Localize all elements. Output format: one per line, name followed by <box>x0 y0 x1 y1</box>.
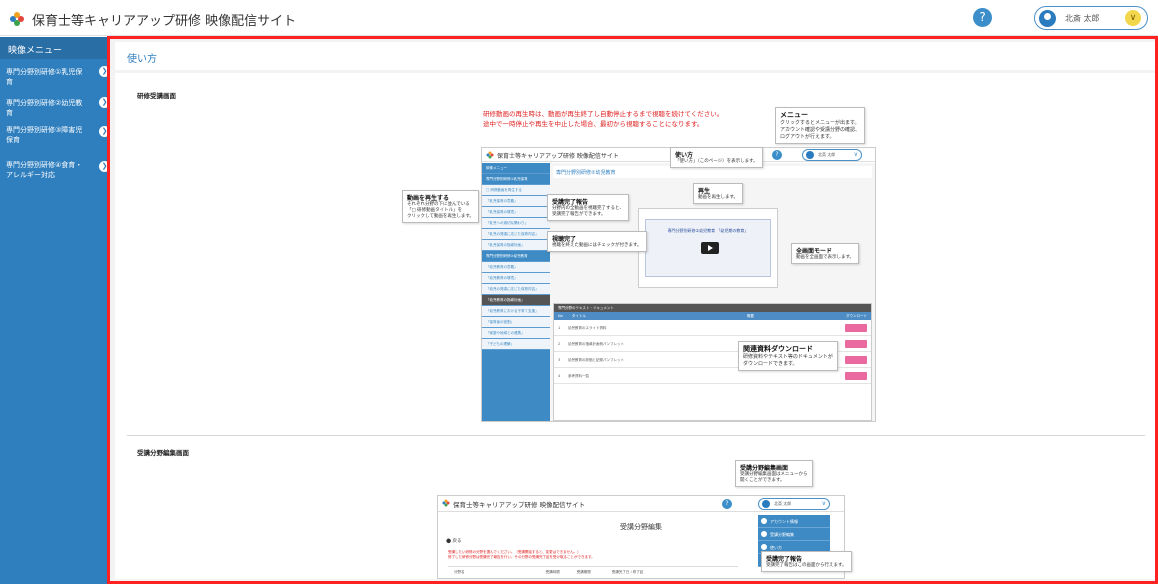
sidebar-item-label: 専門分野別研修③障害児保育 <box>6 126 83 144</box>
mini-sidebar-row: 「乳児保育の意義」 <box>482 196 550 207</box>
page-title: 使い方 <box>127 54 157 65</box>
mini-sidebar-row: 「乳児保育の指導計画」 <box>482 240 550 251</box>
mini-sidebar-row: 映像メニュー <box>482 163 550 174</box>
callout-menu: メニュー クリックするとメニューが出ます。 アカウント確認や受講分野の確認、 ロ… <box>775 107 866 144</box>
sidebar-item-label: 専門分野別研修①乳児保育 <box>6 68 83 86</box>
mini-help-icon: ? <box>772 150 782 160</box>
mini-edit-table-header: 分野名 受講時間 受講期間 受講完了日 / 修了証 <box>448 566 738 578</box>
callout-edit-screen: 受講分野編集画面 受講分野編集画面はメニューから 開くことができます。 <box>735 460 813 487</box>
mini-sidebar-row: 「家庭や地域との連携」 <box>482 328 550 339</box>
mini-user-name: 北斎 太郎 <box>818 152 836 157</box>
mini-sidebar: 映像メニュー 専門分野別研修①乳児保育 □ 研修動画を再生する 「乳児保育の意義… <box>482 163 550 421</box>
mini-table-title: 専門分野のテキスト・ドキュメント <box>554 304 871 312</box>
warning-line: 途中で一時停止や再生を中止した場合、最初から視聴することになります。 <box>483 120 704 128</box>
callout-play-video: 動画を再生する それぞれ分野の下に並んでいる 「□ 研修動画タイトル」を クリッ… <box>402 190 479 223</box>
mini-sidebar-row: 「乳児への適切な関わり」 <box>482 218 550 229</box>
user-menu-button[interactable]: 北斎 太郎 ∨ <box>1034 6 1148 30</box>
mini-avatar-icon <box>806 151 814 159</box>
mini-menu-item: 受講分野編集 <box>758 528 830 541</box>
download-button <box>845 356 867 364</box>
site-logo-icon <box>10 12 24 26</box>
sidebar-item-label: 専門分野別研修④食育・アレルギー対応 <box>6 161 83 179</box>
sidebar-item-early-education[interactable]: 専門分野別研修②幼児教育 ❯ <box>0 96 110 117</box>
sidebar-item-label: 専門分野別研修②幼児教育 <box>6 99 83 117</box>
site-title[interactable]: 保育士等キャリアアップ研修 映像配信サイト <box>32 10 296 29</box>
mini-video-frame: 専門分野別研修②幼児教育 「幼児期の教育」 <box>645 219 771 277</box>
avatar-icon <box>1039 10 1056 27</box>
callout-play: 再生 動画を再生します。 <box>693 183 744 204</box>
section-title-edit: 受講分野編集画面 <box>137 449 189 457</box>
help-icon[interactable]: ? <box>973 8 992 27</box>
mini-top-bar-2: 保育士等キャリアアップ研修 映像配信サイト ? 北斎 太郎 ∨ <box>438 496 844 512</box>
play-icon <box>701 242 719 254</box>
warning-note: 研修動画の再生時は、動画が再生終了し自動停止するまで視聴を続けてください。 途中… <box>483 109 723 129</box>
sidebar-header: 映像メニュー <box>0 37 107 59</box>
mini-help-icon-2: ? <box>722 499 732 509</box>
callout-howto: 使い方 「使い方」（このページ）を表示します。 <box>670 147 763 168</box>
mini-sidebar-row: 「幼児教育の環境」 <box>482 273 550 284</box>
callout-download: 関連資料ダウンロード 研修資料やテキスト等のドキュメントが ダウンロードできます… <box>738 341 838 371</box>
chevron-down-icon: ∨ <box>1125 10 1141 26</box>
download-button <box>845 324 867 332</box>
mini-video-player: 専門分野別研修②幼児教育 「幼児期の教育」 <box>638 208 778 288</box>
mini-sidebar-row: 「幼児の発達に応じた保育内容」 <box>482 284 550 295</box>
table-row: 1 幼児教育のスライド資料 <box>554 320 871 336</box>
mini-user-menu: 北斎 太郎 ∨ <box>802 149 862 161</box>
main-panel: 使い方 研修受講画面 研修動画の再生時は、動画が再生終了し自動停止するまで視聴を… <box>107 36 1158 584</box>
content-area: 研修受講画面 研修動画の再生時は、動画が再生終了し自動停止するまで視聴を続けてく… <box>115 73 1155 579</box>
callout-fullscreen: 全画面モード 動画を全画面で表示します。 <box>791 243 860 264</box>
callout-viewed: 視聴完了 視聴を終えた動画にはチェックが付きます。 <box>547 231 647 252</box>
mini-sidebar-row: 「幼児教育の指導計画」 <box>482 295 550 306</box>
mini-menu-item: アカウント情報 <box>758 515 830 528</box>
user-name: 北斎 太郎 <box>1065 14 1100 23</box>
mini-sidebar-row: 「保育者の役割」 <box>482 317 550 328</box>
mini-logo-icon <box>442 499 450 507</box>
section-title-training: 研修受講画面 <box>137 92 176 100</box>
mini-sidebar-row: 「子どもの理解」 <box>482 339 550 350</box>
section-divider <box>127 435 1145 436</box>
mini-user-menu-2: 北斎 太郎 ∨ <box>758 498 830 510</box>
page-header: 使い方 <box>115 42 1155 70</box>
download-button <box>845 340 867 348</box>
sidebar: 映像メニュー 専門分野別研修①乳児保育 ❯ 専門分野別研修②幼児教育 ❯ 専門分… <box>0 37 110 584</box>
mini-avatar-icon <box>762 500 770 508</box>
mini-site-title: 保育士等キャリアアップ研修 映像配信サイト <box>497 153 619 160</box>
mini-sidebar-row: □ 研修動画を再生する <box>482 185 550 196</box>
mini-edit-notes: 受講したい研修の分野を選んでください。（受講開始すると、変更はできません。） 修… <box>448 550 595 559</box>
mini-chevron-icon: ∨ <box>853 151 858 158</box>
warning-line: 研修動画の再生時は、動画が再生終了し自動停止するまで視聴を続けてください。 <box>483 110 724 118</box>
mini-sidebar-row: 「乳児保育の環境」 <box>482 207 550 218</box>
mini-sidebar-row: 専門分野別研修②幼児教育 <box>482 251 550 262</box>
training-screen-image: 保育士等キャリアアップ研修 映像配信サイト ? 北斎 太郎 ∨ 映像メニュー 専… <box>481 147 876 422</box>
callout-complete-report: 受講完了報告 受講完了報告はこの画面から行えます。 <box>761 551 852 572</box>
callout-complete-notice: 受講完了報告 分野内の全動画を視聴完了すると、 受講完了報告ができます。 <box>547 194 629 221</box>
top-bar: 保育士等キャリアアップ研修 映像配信サイト ? 北斎 太郎 ∨ <box>0 0 1158 36</box>
sidebar-item-food-allergy[interactable]: 専門分野別研修④食育・アレルギー対応 ❯ <box>0 159 110 181</box>
mini-sidebar-row: 専門分野別研修①乳児保育 <box>482 174 550 185</box>
mini-user-name-2: 北斎 太郎 <box>774 501 792 506</box>
mini-chevron-icon: ∨ <box>821 500 826 507</box>
mini-table-header: No タイトル 概要 ダウンロード <box>554 312 871 320</box>
mini-video-title: 専門分野別研修②幼児教育 「幼児期の教育」 <box>667 228 749 233</box>
mini-back-link: ⬤ 戻る <box>446 539 462 544</box>
mini-site-title-2: 保育士等キャリアアップ研修 映像配信サイト <box>453 501 586 509</box>
sidebar-item-infant-care[interactable]: 専門分野別研修①乳児保育 ❯ <box>0 65 110 86</box>
mini-sidebar-row: 「幼児教育における子育て支援」 <box>482 306 550 317</box>
download-button <box>845 372 867 380</box>
mini-logo-icon <box>486 151 494 159</box>
mini-sidebar-row: 「幼児教育の意義」 <box>482 262 550 273</box>
sidebar-item-special-needs[interactable]: 専門分野別研修③障害児保育 ❯ <box>0 124 110 146</box>
mini-sidebar-row: 「乳児の発達に応じた保育内容」 <box>482 229 550 240</box>
